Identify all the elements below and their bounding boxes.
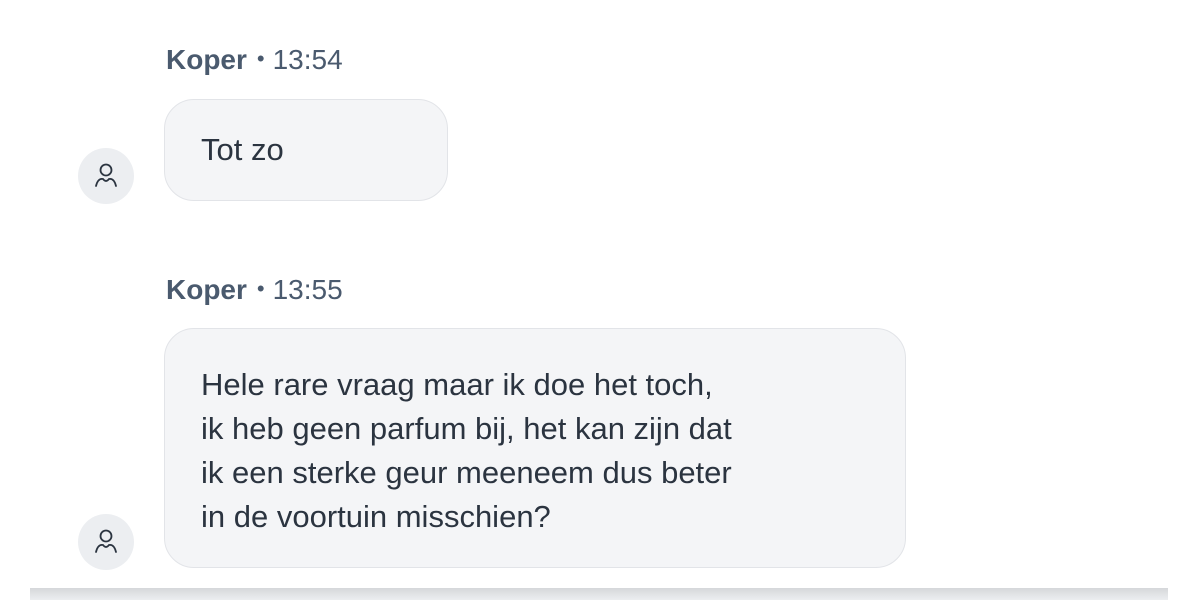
message-header: Koper • 13:54: [166, 44, 343, 78]
user-avatar-icon: [95, 163, 117, 187]
message-text: Hele rare vraag maar ik doe het toch, ik…: [201, 367, 732, 534]
message-text: Tot zo: [201, 132, 284, 167]
sender-name: Koper: [166, 274, 247, 305]
chat-thread: Koper • 13:54 Tot zo Koper • 13:55 Hele rare…: [0, 0, 1200, 605]
message-time: 13:54: [272, 44, 343, 75]
sender-avatar[interactable]: [78, 148, 134, 204]
message-bubble[interactable]: Tot zo: [164, 99, 448, 201]
message-header: Koper • 13:55: [166, 274, 343, 308]
sender-avatar[interactable]: [78, 514, 134, 570]
user-avatar-icon: [95, 529, 117, 553]
message-bubble[interactable]: Hele rare vraag maar ik doe het toch, ik…: [164, 328, 906, 568]
sender-name: Koper: [166, 44, 247, 75]
separator-dot: •: [256, 46, 265, 71]
message-time: 13:55: [272, 274, 343, 305]
bottom-divider: [30, 588, 1168, 600]
separator-dot: •: [256, 276, 265, 301]
